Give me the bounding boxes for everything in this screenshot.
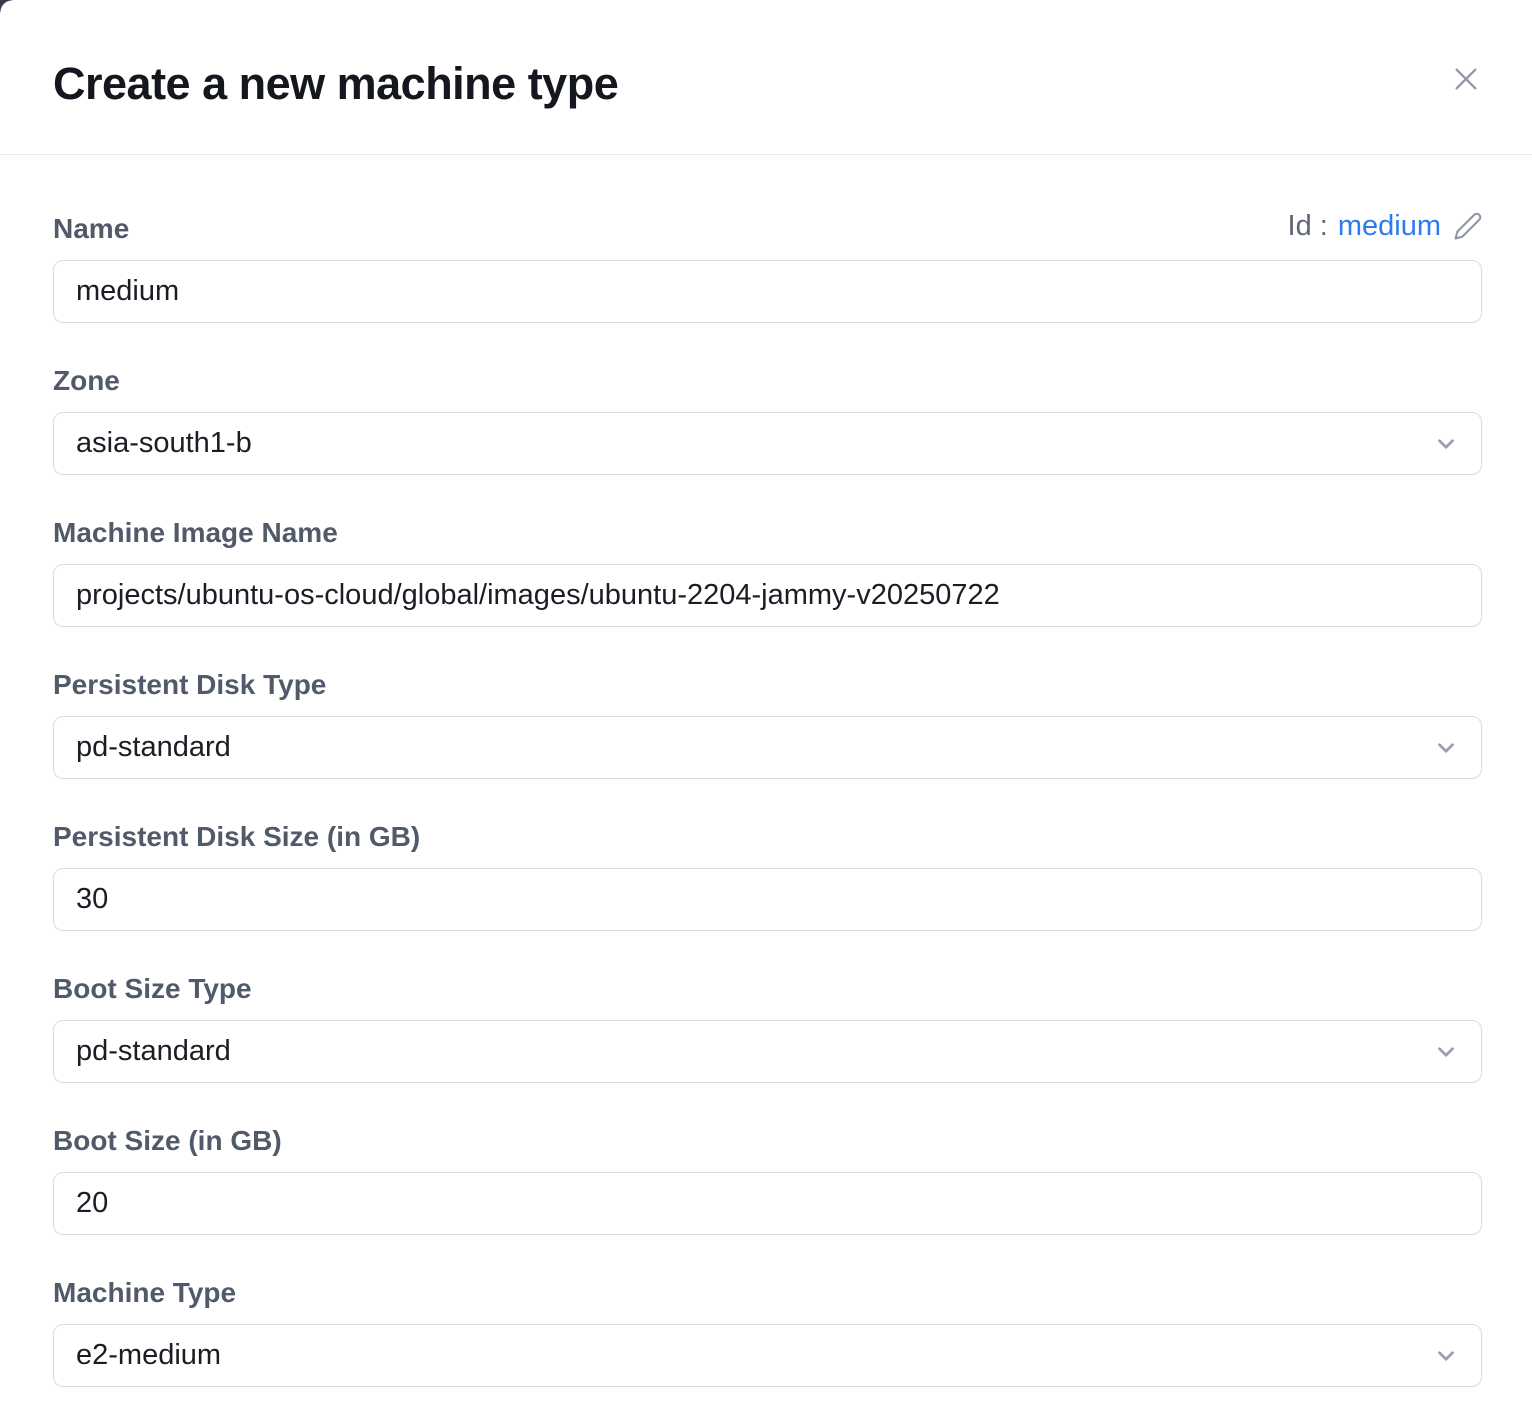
boot-size-label: Boot Size (in GB) <box>53 1125 1482 1156</box>
close-icon <box>1450 63 1482 95</box>
field-machine-type: Machine Type e2-medium <box>53 1277 1482 1387</box>
persistent-disk-size-input[interactable] <box>53 868 1482 931</box>
name-label: Name <box>53 213 1482 244</box>
edit-id-button[interactable] <box>1451 209 1485 243</box>
name-input[interactable] <box>53 260 1482 323</box>
id-value: medium <box>1338 209 1441 243</box>
machine-type-select[interactable]: e2-medium <box>53 1324 1482 1387</box>
chevron-down-icon <box>1433 431 1459 457</box>
select-value: e2-medium <box>76 1339 221 1372</box>
machine-image-name-label: Machine Image Name <box>53 517 1482 548</box>
field-zone: Zone asia-south1-b <box>53 365 1482 475</box>
boot-size-type-select[interactable]: pd-standard <box>53 1020 1482 1083</box>
machine-image-name-input[interactable] <box>53 564 1482 627</box>
modal-title: Create a new machine type <box>53 58 618 110</box>
boot-size-input[interactable] <box>53 1172 1482 1235</box>
modal-header: Create a new machine type <box>0 0 1532 155</box>
persistent-disk-type-label: Persistent Disk Type <box>53 669 1482 700</box>
select-value: asia-south1-b <box>76 427 252 460</box>
id-label: Id : <box>1288 209 1328 243</box>
field-boot-size-type: Boot Size Type pd-standard <box>53 973 1482 1083</box>
field-boot-size: Boot Size (in GB) <box>53 1125 1482 1235</box>
zone-label: Zone <box>53 365 1482 396</box>
field-persistent-disk-size: Persistent Disk Size (in GB) <box>53 821 1482 931</box>
field-persistent-disk-type: Persistent Disk Type pd-standard <box>53 669 1482 779</box>
persistent-disk-type-select[interactable]: pd-standard <box>53 716 1482 779</box>
chevron-down-icon <box>1433 1343 1459 1369</box>
create-machine-type-modal: Create a new machine type Id : medium <box>0 0 1532 1387</box>
id-row: Id : medium <box>1288 209 1485 243</box>
field-machine-image-name: Machine Image Name <box>53 517 1482 627</box>
field-name: Name <box>53 213 1482 323</box>
boot-size-type-label: Boot Size Type <box>53 973 1482 1004</box>
chevron-down-icon <box>1433 1039 1459 1065</box>
select-value: pd-standard <box>76 1035 231 1068</box>
machine-type-form: Id : medium Name Zone asia-south1-b <box>0 155 1532 1387</box>
persistent-disk-size-label: Persistent Disk Size (in GB) <box>53 821 1482 852</box>
pencil-icon <box>1453 211 1483 241</box>
chevron-down-icon <box>1433 735 1459 761</box>
fields-container: Name Zone asia-south1-b Machine Image Na… <box>53 213 1482 1387</box>
machine-type-label: Machine Type <box>53 1277 1482 1308</box>
zone-select[interactable]: asia-south1-b <box>53 412 1482 475</box>
select-value: pd-standard <box>76 731 231 764</box>
close-button[interactable] <box>1444 57 1488 101</box>
